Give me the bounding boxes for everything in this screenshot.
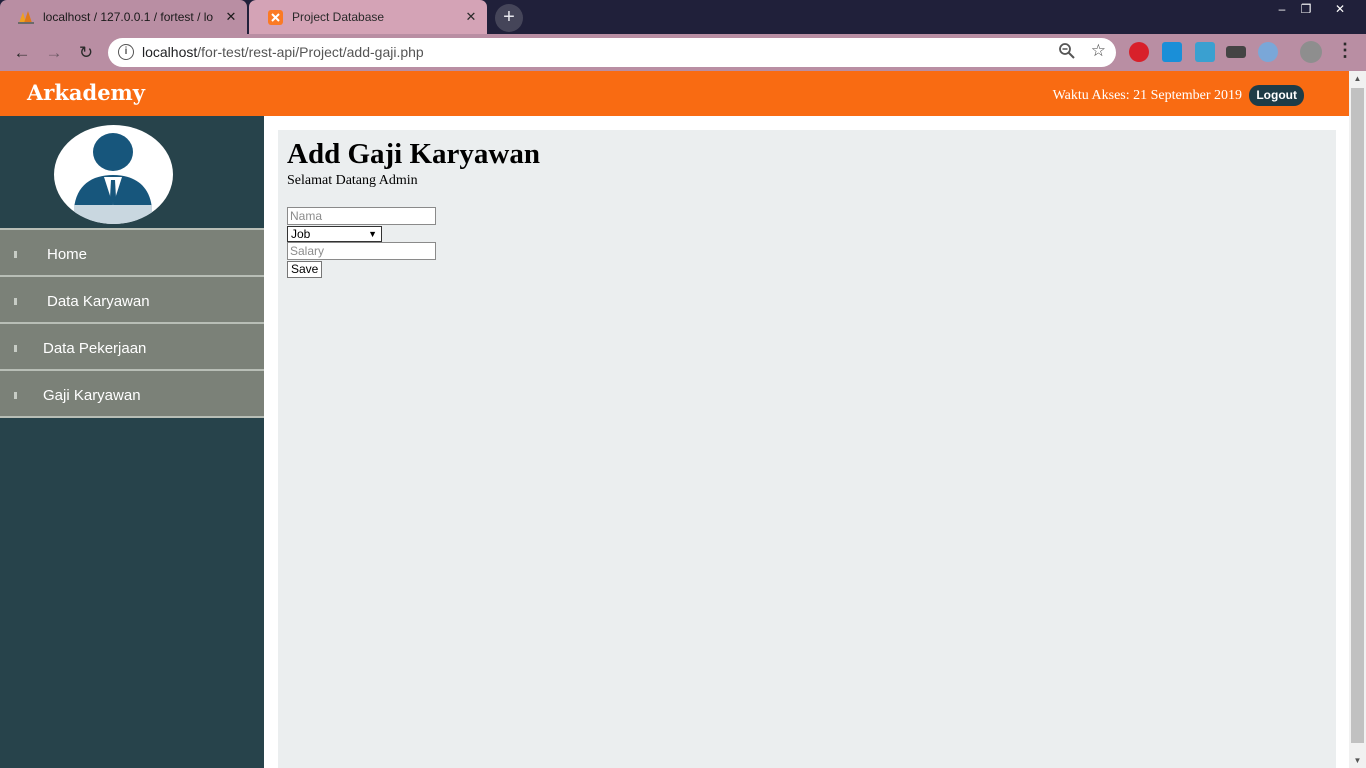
- logout-button[interactable]: Logout: [1249, 85, 1304, 106]
- adblock-extension-icon[interactable]: [1129, 42, 1149, 62]
- menu-bullet-icon: [14, 392, 17, 399]
- phpmyadmin-icon: [18, 9, 34, 25]
- page-scrollbar[interactable]: ▲ ▼: [1349, 71, 1366, 768]
- job-select-value: Job: [291, 227, 311, 241]
- forward-arrow-icon[interactable]: →: [41, 40, 67, 66]
- restore-window-icon[interactable]: ❐: [1292, 0, 1320, 18]
- scroll-up-arrow-icon[interactable]: ▲: [1349, 71, 1366, 86]
- menu-bullet-icon: [14, 345, 17, 352]
- skype-extension-icon[interactable]: [1162, 42, 1182, 62]
- tab-title: localhost / 127.0.0.1 / fortest / lo: [43, 10, 214, 24]
- reload-icon[interactable]: ↻: [73, 40, 99, 66]
- sync-extension-icon[interactable]: [1258, 42, 1278, 62]
- menu-bullet-icon: [14, 251, 17, 258]
- sidebar-item-label: Home: [47, 246, 88, 263]
- sidebar-item-label: Data Karyawan: [47, 293, 150, 310]
- browser-tab-strip: localhost / 127.0.0.1 / fortest / lo ✕ P…: [0, 0, 1366, 34]
- browser-menu-icon[interactable]: ⋮: [1336, 40, 1354, 61]
- browser-tab-phpmyadmin[interactable]: localhost / 127.0.0.1 / fortest / lo ✕: [0, 0, 247, 34]
- url-path: /for-test/rest-api/Project/add-gaji.php: [197, 44, 424, 60]
- site-info-icon[interactable]: i: [118, 44, 134, 60]
- bookmark-star-icon[interactable]: ☆: [1091, 41, 1106, 61]
- page-title: Add Gaji Karyawan: [287, 138, 540, 170]
- menu-bullet-icon: [14, 298, 17, 305]
- user-avatar-icon: [74, 133, 152, 224]
- access-time-text: Waktu Akses: 21 September 2019: [1052, 88, 1242, 103]
- new-tab-button[interactable]: +: [495, 4, 523, 32]
- scrollbar-thumb[interactable]: [1351, 88, 1364, 743]
- main-content: Add Gaji Karyawan Selamat Datang Admin J…: [278, 130, 1336, 768]
- browser-toolbar: ← → ↻ i localhost/for-test/rest-api/Proj…: [0, 34, 1366, 71]
- welcome-text: Selamat Datang Admin: [287, 173, 418, 188]
- close-tab-icon[interactable]: ✕: [223, 9, 239, 25]
- browser-tab-project-database[interactable]: Project Database ✕: [249, 0, 487, 34]
- screenshot-extension-icon[interactable]: [1195, 42, 1215, 62]
- salary-input[interactable]: [287, 242, 436, 260]
- close-window-icon[interactable]: ✕: [1326, 0, 1354, 18]
- xampp-icon: [267, 9, 283, 25]
- dropdown-arrow-icon: ▼: [368, 229, 377, 239]
- scroll-down-arrow-icon[interactable]: ▼: [1349, 753, 1366, 768]
- url-host: localhost: [142, 44, 198, 60]
- zoom-icon[interactable]: [1058, 42, 1076, 60]
- sidebar-item-label: Data Pekerjaan: [43, 340, 147, 357]
- nama-input[interactable]: [287, 207, 436, 225]
- job-select[interactable]: Job ▼: [287, 226, 382, 242]
- tab-title: Project Database: [292, 10, 385, 24]
- cast-extension-icon[interactable]: [1226, 46, 1246, 58]
- brand-logo-text[interactable]: Arkademy: [27, 80, 145, 105]
- sidebar-menu: Home Data Karyawan Data Pekerjaan Gaji K…: [0, 228, 264, 418]
- address-bar[interactable]: i localhost/for-test/rest-api/Project/ad…: [108, 38, 1116, 67]
- admin-avatar: [54, 125, 173, 224]
- close-tab-icon[interactable]: ✕: [463, 9, 479, 25]
- top-navbar: Arkademy Waktu Akses: 21 September 2019 …: [0, 71, 1349, 116]
- save-button[interactable]: Save: [287, 261, 323, 278]
- sidebar: Home Data Karyawan Data Pekerjaan Gaji K…: [0, 116, 264, 768]
- sidebar-item-gaji-karyawan[interactable]: Gaji Karyawan: [0, 369, 264, 418]
- url-text[interactable]: localhost/for-test/rest-api/Project/add-…: [142, 44, 424, 60]
- sidebar-item-data-karyawan[interactable]: Data Karyawan: [0, 275, 264, 322]
- profile-avatar-icon[interactable]: [1300, 41, 1322, 63]
- sidebar-item-data-pekerjaan[interactable]: Data Pekerjaan: [0, 322, 264, 369]
- back-arrow-icon[interactable]: ←: [9, 40, 35, 66]
- web-page: Arkademy Waktu Akses: 21 September 2019 …: [0, 71, 1349, 768]
- sidebar-item-home[interactable]: Home: [0, 228, 264, 275]
- sidebar-item-label: Gaji Karyawan: [43, 387, 141, 404]
